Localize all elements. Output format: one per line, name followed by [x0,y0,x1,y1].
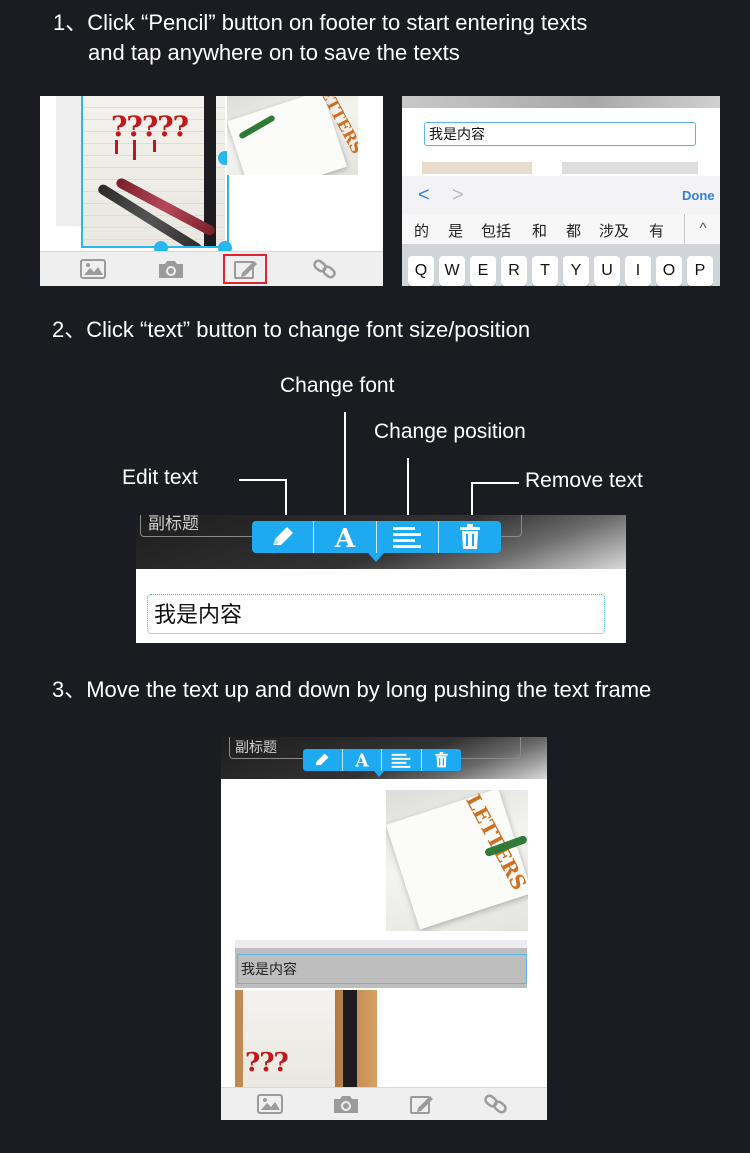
key-y[interactable]: Y [563,256,589,286]
svg-text:A: A [354,752,369,769]
candidate-0[interactable]: 的 [414,220,429,241]
callout-change-position: Change position [374,420,526,443]
change-font-button[interactable]: A [313,521,375,553]
step3-instruction: 3、Move the text up and down by long push… [52,677,652,702]
candidate-2[interactable]: 包括 [481,220,511,241]
next-field-button[interactable]: > [452,184,464,207]
image-icon[interactable] [79,258,107,280]
camera-icon[interactable] [157,258,185,280]
keyboard-screenshot-right: 我是内容 < > Done 的 是 包括 和 都 涉及 有 ^ Q W E R … [402,96,720,286]
edit-text-button[interactable] [303,749,342,771]
key-u[interactable]: U [594,256,620,286]
pencil-icon [313,752,331,768]
step2-instruction: 2、Click “text” button to change font siz… [52,317,531,342]
pencil-icon[interactable] [232,258,260,280]
trash-icon [434,752,449,768]
subtitle-cut: 副标题 [148,515,199,533]
text-toolbar-small: A [303,749,461,771]
key-i[interactable]: I [625,256,651,286]
step1-instruction-line2: and tap anywhere on to save the texts [88,40,460,65]
edit-text-button[interactable] [252,521,313,553]
change-font-button[interactable]: A [341,749,382,771]
link-icon[interactable] [311,258,339,280]
collapse-candidates-button[interactable]: ^ [684,214,720,244]
editor-screenshot-left: ????? LETTERS [40,96,383,286]
pencil-icon[interactable] [408,1093,436,1115]
key-t[interactable]: T [532,256,558,286]
selected-image-frame[interactable] [81,96,229,248]
leader-line-edit-h [239,479,287,481]
toolbar-pointer-small [374,771,384,777]
key-p[interactable]: P [687,256,713,286]
toolbar-pointer [368,553,384,562]
candidate-1[interactable]: 是 [448,220,463,241]
key-w[interactable]: W [439,256,465,286]
keyboard-toolbar [402,176,720,215]
prev-field-button[interactable]: < [418,184,430,207]
key-o[interactable]: O [656,256,682,286]
candidate-4[interactable]: 都 [566,220,581,241]
editor-footer [40,251,383,286]
align-icon [391,753,411,768]
leader-line-position [407,458,409,520]
key-r[interactable]: R [501,256,527,286]
key-q[interactable]: Q [408,256,434,286]
change-position-button[interactable] [381,749,421,771]
step1-instruction-line1: 1、Click “Pencil” button on footer to sta… [53,10,588,35]
subtitle-label: 副标题 [235,739,277,755]
camera-icon[interactable] [332,1093,360,1115]
pencil-icon [269,525,297,549]
image-icon[interactable] [256,1093,284,1115]
text-frame[interactable]: 我是内容 [147,594,605,634]
change-position-button[interactable] [375,521,438,553]
leader-line-remove-h [471,482,519,484]
notebook-photo: ??? [235,990,377,1090]
link-icon[interactable] [482,1093,510,1115]
move-text-screenshot: 副标题 LETTERS 我是内容 ??? [221,737,547,1120]
done-button[interactable]: Done [682,188,715,203]
text-frame[interactable]: 我是内容 [237,954,527,984]
graffiti-text: ??? [245,1048,289,1078]
content-input[interactable]: 我是内容 [424,122,696,146]
candidate-3[interactable]: 和 [532,220,547,241]
svg-text:A: A [334,524,356,550]
key-e[interactable]: E [470,256,496,286]
letters-photo: LETTERS [386,790,528,931]
callout-remove-text: Remove text [525,469,643,492]
font-icon: A [330,524,360,550]
callout-change-font: Change font [280,374,395,397]
align-icon [392,526,422,548]
remove-text-button[interactable] [420,749,461,771]
leader-line-edit-v [285,479,287,520]
candidate-5[interactable]: 涉及 [599,220,629,241]
leader-line-font [344,412,346,520]
trash-icon [458,524,482,550]
callout-edit-text: Edit text [122,466,198,489]
text-toolbar: A [252,521,501,553]
letters-photo: LETTERS [227,96,358,175]
remove-text-button[interactable] [437,521,501,553]
font-icon: A [352,751,372,769]
candidate-6[interactable]: 有 [649,220,664,241]
editor-footer [221,1087,547,1120]
